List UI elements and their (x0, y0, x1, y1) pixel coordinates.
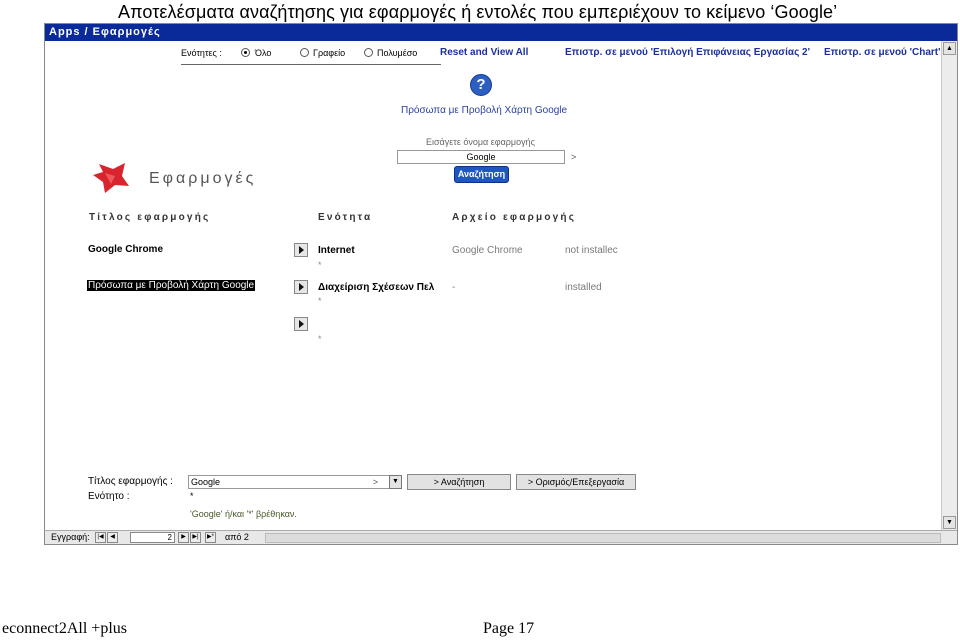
first-record-icon[interactable]: |◀ (95, 532, 106, 543)
form-section-label: Ενότητο : (88, 491, 130, 502)
app-search-input[interactable]: Google (397, 150, 565, 164)
column-title-header: Τίτλος εφαρμογής (89, 212, 211, 223)
radio-all[interactable] (241, 48, 250, 57)
scroll-up-icon[interactable]: ▲ (943, 42, 956, 55)
form-section-value: * (190, 491, 194, 501)
row-1-open-button[interactable] (294, 243, 308, 257)
radio-all-label: Όλο (255, 48, 272, 58)
record-label: Εγγραφή: (51, 532, 90, 542)
row-1-file: Google Chrome (452, 245, 523, 256)
form-define-button[interactable]: > Ορισμός/Επεξεργασία (516, 474, 636, 490)
previous-record-icon[interactable]: ◀ (107, 532, 118, 543)
scroll-down-icon[interactable]: ▼ (943, 516, 956, 529)
question-icon[interactable]: ? (470, 74, 492, 96)
app-logo-icon (93, 163, 129, 193)
vertical-scrollbar[interactable]: ▲ ▼ (941, 41, 957, 530)
chevron-down-icon[interactable]: ▼ (389, 475, 402, 489)
row-2-file: - (452, 282, 456, 293)
row-1-section: Internet (318, 245, 355, 256)
window-title: Apps / Εφαρμογές (45, 24, 957, 41)
search-label: Εισάγετε όνομα εφαρμογής (426, 137, 535, 147)
reset-view-all-link[interactable]: Reset and View All (440, 47, 528, 58)
row-2-section: Διαχείριση Σχέσεων Πελ (318, 282, 435, 293)
section-filter: Ενότητες : Όλο Γραφείο Πολυμέσο (181, 44, 441, 65)
return-chart-menu-link[interactable]: Επιστρ. σε μενού 'Chart' (824, 47, 941, 58)
row-1-title[interactable]: Google Chrome (88, 244, 163, 255)
footer-product: econnect2All +plus (2, 620, 127, 637)
row-2-status: installed (565, 282, 602, 293)
record-navigator: Εγγραφή: |◀ ◀ 2 ▶ ▶| ▶* από 2 (45, 530, 957, 544)
row-2-title[interactable]: Πρόσωπα με Προβολή Χάρτη Google (87, 280, 256, 291)
column-file-header: Αρχείο εφαρμογής (452, 212, 577, 223)
form-search-button[interactable]: > Αναζήτηση (407, 474, 511, 490)
row-2-open-button[interactable] (294, 280, 308, 294)
apps-brand-title: Εφαρμογές (149, 170, 257, 187)
footer-page-number: Page 17 (483, 620, 535, 637)
radio-office-label: Γραφείο (313, 48, 346, 58)
last-record-icon[interactable]: ▶| (190, 532, 201, 543)
form-title-label: Τίτλος εφαρμογής : (88, 476, 173, 487)
document-heading: Αποτελέσματα αναζήτησης για εφαρμογές ή … (118, 2, 838, 22)
radio-office[interactable] (300, 48, 309, 57)
form-title-value: Google (191, 477, 221, 487)
column-section-header: Ενότητα (318, 212, 373, 223)
new-record-icon[interactable]: ▶* (205, 532, 216, 543)
return-desktop-menu-link[interactable]: Επιστρ. σε μενού 'Επιλογή Επιφάνειας Εργ… (565, 47, 810, 58)
row-1-status: not installec (565, 245, 618, 256)
row-3-open-button[interactable] (294, 317, 308, 331)
form-title-arrow: > (372, 477, 378, 487)
access-form-window: Apps / Εφαρμογές ▲ ▼ Ενότητες : Όλο Γραφ… (44, 23, 958, 545)
row-3-marker: * (318, 334, 322, 344)
map-faces-link[interactable]: Πρόσωπα με Προβολή Χάρτη Google (401, 105, 567, 116)
form-title-input[interactable]: Google > (188, 475, 401, 489)
radio-multimedia-label: Πολυμέσο (377, 48, 418, 58)
next-record-icon[interactable]: ▶ (178, 532, 189, 543)
row-2-title-text: Πρόσωπα με Προβολή Χάρτη Google (87, 280, 256, 291)
search-arrow: > (571, 152, 577, 162)
record-number-input[interactable]: 2 (130, 532, 175, 543)
row-1-marker: * (318, 260, 322, 270)
row-2-marker: * (318, 296, 322, 306)
search-button[interactable]: Αναζήτηση (454, 166, 509, 183)
filter-label: Ενότητες : (181, 48, 222, 58)
record-total: από 2 (225, 532, 249, 542)
horizontal-scrollbar[interactable] (265, 533, 941, 543)
found-message: 'Google' ή/και '*' βρέθηκαν. (190, 509, 297, 519)
radio-multimedia[interactable] (364, 48, 373, 57)
